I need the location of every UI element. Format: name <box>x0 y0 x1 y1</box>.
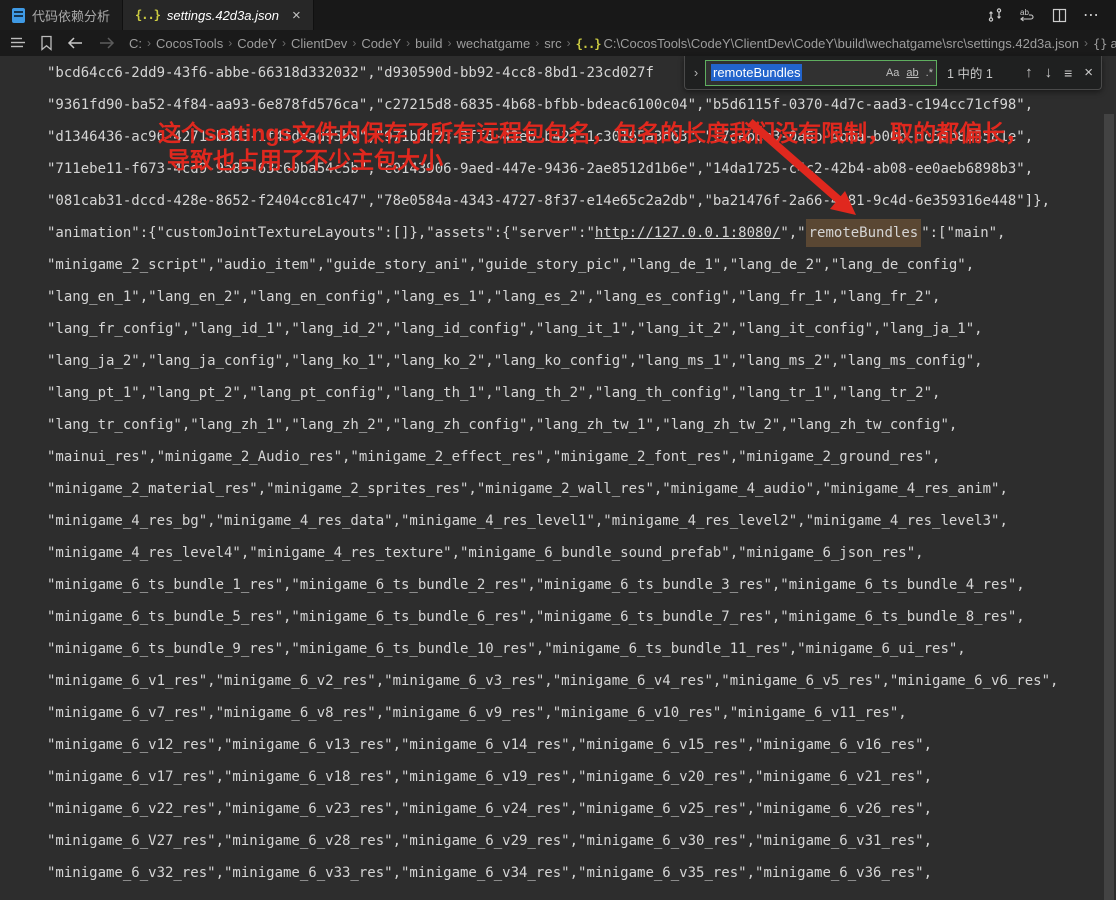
code-row[interactable]: "081cab31-dccd-428e-8652-f2404cc81c47","… <box>47 185 1116 217</box>
editor[interactable]: "bcd64cc6-2dd9-43f6-abbe-66318d332032","… <box>0 56 1116 900</box>
forward-arrow-icon[interactable] <box>98 36 115 50</box>
find-in-selection-icon[interactable]: ≡ <box>1064 66 1072 80</box>
tab-label: 代码依赖分析 <box>32 8 111 24</box>
breadcrumb-bar: C: › CocosTools › CodeY › ClientDev › CodeY › buil… <box>0 30 1116 56</box>
code-area[interactable]: "bcd64cc6-2dd9-43f6-abbe-66318d332032","… <box>0 56 1116 889</box>
detected-link: http://127.0.0.1:8080/ <box>594 225 781 241</box>
breadcrumb-file-item[interactable]: {..} C:\CocosTools\CodeY\ClientDev\CodeY\… <box>574 36 1081 51</box>
blue-file-icon <box>12 7 25 23</box>
compare-changes-icon[interactable] <box>984 4 1006 26</box>
tab-code-dependency-analysis[interactable]: 代码依赖分析 <box>0 0 124 30</box>
match-case-icon[interactable]: Aa <box>886 67 899 79</box>
breadcrumb-separator: › <box>535 36 540 50</box>
back-arrow-icon[interactable] <box>67 36 84 50</box>
editor-group-actions: ab ⋯ <box>984 0 1116 30</box>
code-row[interactable]: "minigame_6_V27_res","minigame_6_v28_res… <box>47 825 1116 857</box>
more-actions-icon[interactable]: ⋯ <box>1080 4 1102 26</box>
code-row[interactable]: "minigame_2_script","audio_item","guide_… <box>47 249 1116 281</box>
breadcrumb-item[interactable]: CodeY <box>235 36 279 51</box>
breadcrumb-separator: › <box>447 36 452 50</box>
bookmark-icon[interactable] <box>40 35 53 51</box>
breadcrumb-separator: › <box>147 36 151 50</box>
code-row[interactable]: "minigame_4_res_level4","minigame_4_res_… <box>47 537 1116 569</box>
tab-bar: 代码依赖分析 {..} settings.42d3a.json × ab ⋯ <box>0 0 1116 30</box>
breadcrumb-separator: › <box>352 36 357 50</box>
breadcrumb-actions <box>0 35 127 51</box>
regex-icon[interactable]: .* <box>926 67 933 79</box>
whole-word-icon[interactable]: ab <box>906 67 918 79</box>
vertical-scrollbar[interactable] <box>1102 112 1116 900</box>
code-row[interactable]: "minigame_4_res_bg","minigame_4_res_data… <box>47 505 1116 537</box>
breadcrumb-symbol-item[interactable]: {}as <box>1091 36 1116 51</box>
code-row[interactable]: "minigame_6_ts_bundle_9_res","minigame_6… <box>47 633 1116 665</box>
json-braces-icon: {..} <box>575 36 602 51</box>
code-row[interactable]: "minigame_6_v32_res","minigame_6_v33_res… <box>47 857 1116 889</box>
breadcrumb-item[interactable]: wechatgame <box>455 36 533 51</box>
tab-label: settings.42d3a.json <box>166 7 279 23</box>
vscode-window: 代码依赖分析 {..} settings.42d3a.json × ab ⋯ C… <box>0 0 1116 900</box>
code-row[interactable]: "lang_fr_config","lang_id_1","lang_id_2"… <box>47 313 1116 345</box>
breadcrumb: C: › CocosTools › CodeY › ClientDev › CodeY › buil… <box>127 36 1116 51</box>
breadcrumb-separator: › <box>228 36 233 50</box>
find-match-highlight: remoteBundles <box>805 219 922 247</box>
code-row[interactable]: "lang_en_1","lang_en_2","lang_en_config"… <box>47 281 1116 313</box>
toggle-replace-chevron-icon[interactable]: › <box>689 65 703 80</box>
code-row[interactable]: "minigame_6_ts_bundle_5_res","minigame_6… <box>47 601 1116 633</box>
split-editor-icon[interactable] <box>1048 4 1070 26</box>
code-row[interactable]: "lang_tr_config","lang_zh_1","lang_zh_2"… <box>47 409 1116 441</box>
code-row[interactable]: "lang_ja_2","lang_ja_config","lang_ko_1"… <box>47 345 1116 377</box>
code-row[interactable]: "animation":{"customJointTextureLayouts"… <box>47 217 1116 249</box>
close-tab-icon[interactable]: × <box>292 8 301 23</box>
breadcrumb-separator: › <box>566 36 571 50</box>
breadcrumb-item[interactable]: src <box>542 36 563 51</box>
code-row[interactable]: "minigame_6_v12_res","minigame_6_v13_res… <box>47 729 1116 761</box>
json-braces-icon: {..} <box>135 8 161 22</box>
code-row[interactable]: "minigame_6_v7_res","minigame_6_v8_res",… <box>47 697 1116 729</box>
code-row[interactable]: "9361fd90-ba52-4f84-aa93-6e878fd576ca","… <box>47 89 1116 121</box>
find-widget: › remoteBundles Aa ab .* 1 中的 1 ↑ ↓ ≡ × <box>684 56 1102 90</box>
next-match-icon[interactable]: ↓ <box>1045 65 1053 80</box>
code-row[interactable]: "mainui_res","minigame_2_Audio_res","min… <box>47 441 1116 473</box>
code-row[interactable]: "711ebe11-f673-4cd9-9a83-63c60ba54c5b","… <box>47 153 1116 185</box>
breadcrumb-item[interactable]: CodeY <box>359 36 403 51</box>
tab-settings-json[interactable]: {..} settings.42d3a.json × <box>123 0 314 30</box>
outline-list-icon[interactable] <box>10 36 26 50</box>
object-symbol-icon: {} <box>1092 36 1108 51</box>
breadcrumb-separator: › <box>281 36 286 50</box>
svg-text:ab: ab <box>1020 8 1029 17</box>
find-input[interactable]: remoteBundles Aa ab .* <box>705 59 937 86</box>
word-wrap-icon[interactable]: ab <box>1016 4 1038 26</box>
breadcrumb-item[interactable]: C: <box>127 36 144 51</box>
code-row[interactable]: "minigame_6_v17_res","minigame_6_v18_res… <box>47 761 1116 793</box>
code-row[interactable]: "d1346436-ac96-4271-b863-1f4fdead95b0","… <box>47 121 1116 153</box>
scrollbar-slider[interactable] <box>1104 114 1114 900</box>
breadcrumb-item[interactable]: build <box>413 36 444 51</box>
breadcrumb-separator: › <box>406 36 411 50</box>
code-row[interactable]: "minigame_6_v22_res","minigame_6_v23_res… <box>47 793 1116 825</box>
code-row[interactable]: "minigame_6_ts_bundle_1_res","minigame_6… <box>47 569 1116 601</box>
find-results-count: 1 中的 1 <box>947 67 993 81</box>
code-row[interactable]: "minigame_6_v1_res","minigame_6_v2_res",… <box>47 665 1116 697</box>
code-row[interactable]: "minigame_2_material_res","minigame_2_sp… <box>47 473 1116 505</box>
breadcrumb-item[interactable]: ClientDev <box>289 36 349 51</box>
previous-match-icon[interactable]: ↑ <box>1025 65 1033 80</box>
breadcrumb-separator: › <box>1083 36 1088 50</box>
breadcrumb-item[interactable]: CocosTools <box>154 36 225 51</box>
close-find-widget-icon[interactable]: × <box>1084 65 1093 80</box>
find-query-text: remoteBundles <box>711 64 803 81</box>
code-row[interactable]: "lang_pt_1","lang_pt_2","lang_pt_config"… <box>47 377 1116 409</box>
